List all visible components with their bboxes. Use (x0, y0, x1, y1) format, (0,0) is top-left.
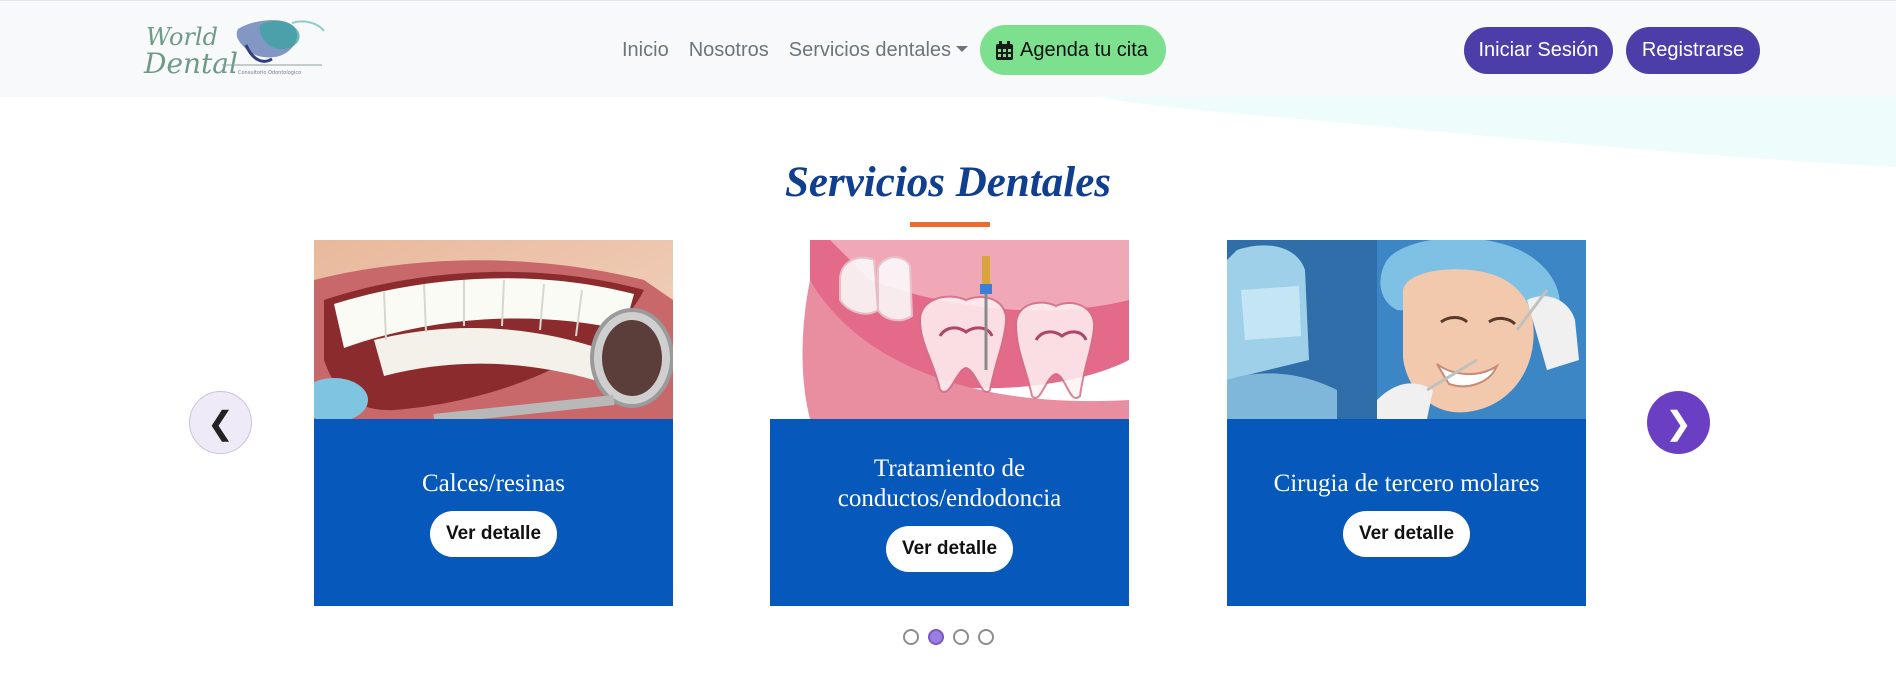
card-title: Cirugia de tercero molares (1273, 469, 1540, 497)
main-nav: Inicio Nosotros Servicios dentales Agend… (622, 25, 1166, 75)
chevron-right-icon: ❯ (1665, 404, 1692, 441)
navbar: World Dental Consultorio Odontologico In… (0, 0, 1896, 97)
card-title: Tratamiento de conductos/endodoncia (837, 454, 1062, 512)
title-underline (910, 222, 990, 227)
logo-image: World Dental Consultorio Odontologico (143, 20, 325, 80)
nav-dropdown-label: Servicios dentales (788, 38, 952, 61)
login-button[interactable]: Iniciar Sesión (1464, 27, 1613, 74)
logo-text-dental: Dental (143, 47, 238, 80)
service-card-endodoncia: Tratamiento de conductos/endodoncia Ver … (770, 240, 1129, 606)
carousel-next-button[interactable]: ❯ (1647, 391, 1710, 454)
carousel-dot-2[interactable] (928, 629, 944, 645)
card-image-surgery (1227, 240, 1586, 419)
card-body: Tratamiento de conductos/endodoncia Ver … (770, 419, 1129, 606)
carousel-dot-4[interactable] (978, 629, 994, 645)
nav-link-inicio[interactable]: Inicio (622, 39, 669, 62)
service-card-resinas: Calces/resinas Ver detalle (314, 240, 673, 606)
card-title: Calces/resinas (421, 469, 565, 497)
ver-detalle-button[interactable]: Ver detalle (885, 525, 1014, 572)
register-button[interactable]: Registrarse (1626, 27, 1760, 74)
card-body: Calces/resinas Ver detalle (314, 419, 673, 606)
card-body: Cirugia de tercero molares Ver detalle (1227, 419, 1586, 606)
appointment-label: Agenda tu cita (1020, 38, 1148, 61)
nav-dropdown-servicios[interactable]: Servicios dentales (788, 38, 969, 62)
section-title: Servicios Dentales (784, 159, 1112, 206)
card-image-root-canal (770, 240, 1129, 419)
ver-detalle-button[interactable]: Ver detalle (1342, 510, 1471, 557)
calendar-icon (996, 40, 1014, 60)
chevron-left-icon: ❮ (207, 404, 234, 441)
carousel-dot-1[interactable] (903, 629, 919, 645)
carousel-indicators (903, 629, 1003, 645)
world-dental-logo[interactable]: World Dental Consultorio Odontologico (142, 15, 326, 83)
service-card-cirugia: Cirugia de tercero molares Ver detalle (1227, 240, 1586, 606)
card-image-smile (314, 240, 673, 419)
carousel-prev-button[interactable]: ❮ (189, 391, 252, 454)
appointment-button[interactable]: Agenda tu cita (980, 25, 1166, 75)
caret-down-icon (956, 45, 969, 52)
nav-link-nosotros[interactable]: Nosotros (689, 39, 769, 62)
logo-tagline: Consultorio Odontologico (238, 70, 301, 76)
page: World Dental Consultorio Odontologico In… (0, 0, 1896, 674)
carousel-dot-3[interactable] (953, 629, 969, 645)
ver-detalle-button[interactable]: Ver detalle (429, 510, 558, 557)
